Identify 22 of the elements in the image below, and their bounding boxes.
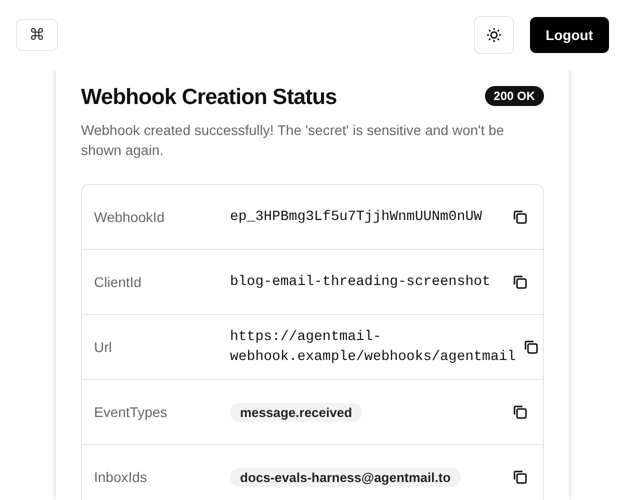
field-value: ep_3HPBmg3Lf5u7TjjhWnmUUNm0nUW [230, 208, 484, 227]
card-title: Webhook Creation Status [81, 84, 337, 110]
copy-icon[interactable] [512, 209, 528, 225]
copy-icon[interactable] [512, 469, 528, 485]
status-badge: 200 OK [484, 86, 544, 106]
command-button[interactable]: ⌘ [16, 19, 58, 51]
value-tag: docs-evals-harness@agentmail.to [230, 468, 461, 486]
value-tag: message.received [230, 402, 362, 422]
field-value: https://agentmail-webhook.example/webhooks/agentmail [230, 328, 516, 367]
sun-icon [486, 27, 502, 43]
field-label: ClientId [94, 274, 142, 290]
copy-icon[interactable] [512, 274, 528, 290]
field-label: WebhookId [94, 209, 166, 225]
description-text: Webhook created successfully! The 'secret' is sensitive and won't be shown again. [81, 121, 506, 160]
field-label: EventTypes [94, 404, 168, 420]
field-value: blog-email-threading-screenshot [230, 273, 492, 292]
field-label: InboxIds [94, 469, 148, 485]
field-label: Url [94, 339, 113, 355]
logout-button[interactable]: Logout [530, 17, 609, 53]
theme-toggle-button[interactable] [474, 16, 514, 54]
copy-icon[interactable] [512, 404, 528, 420]
copy-icon[interactable] [522, 339, 539, 355]
